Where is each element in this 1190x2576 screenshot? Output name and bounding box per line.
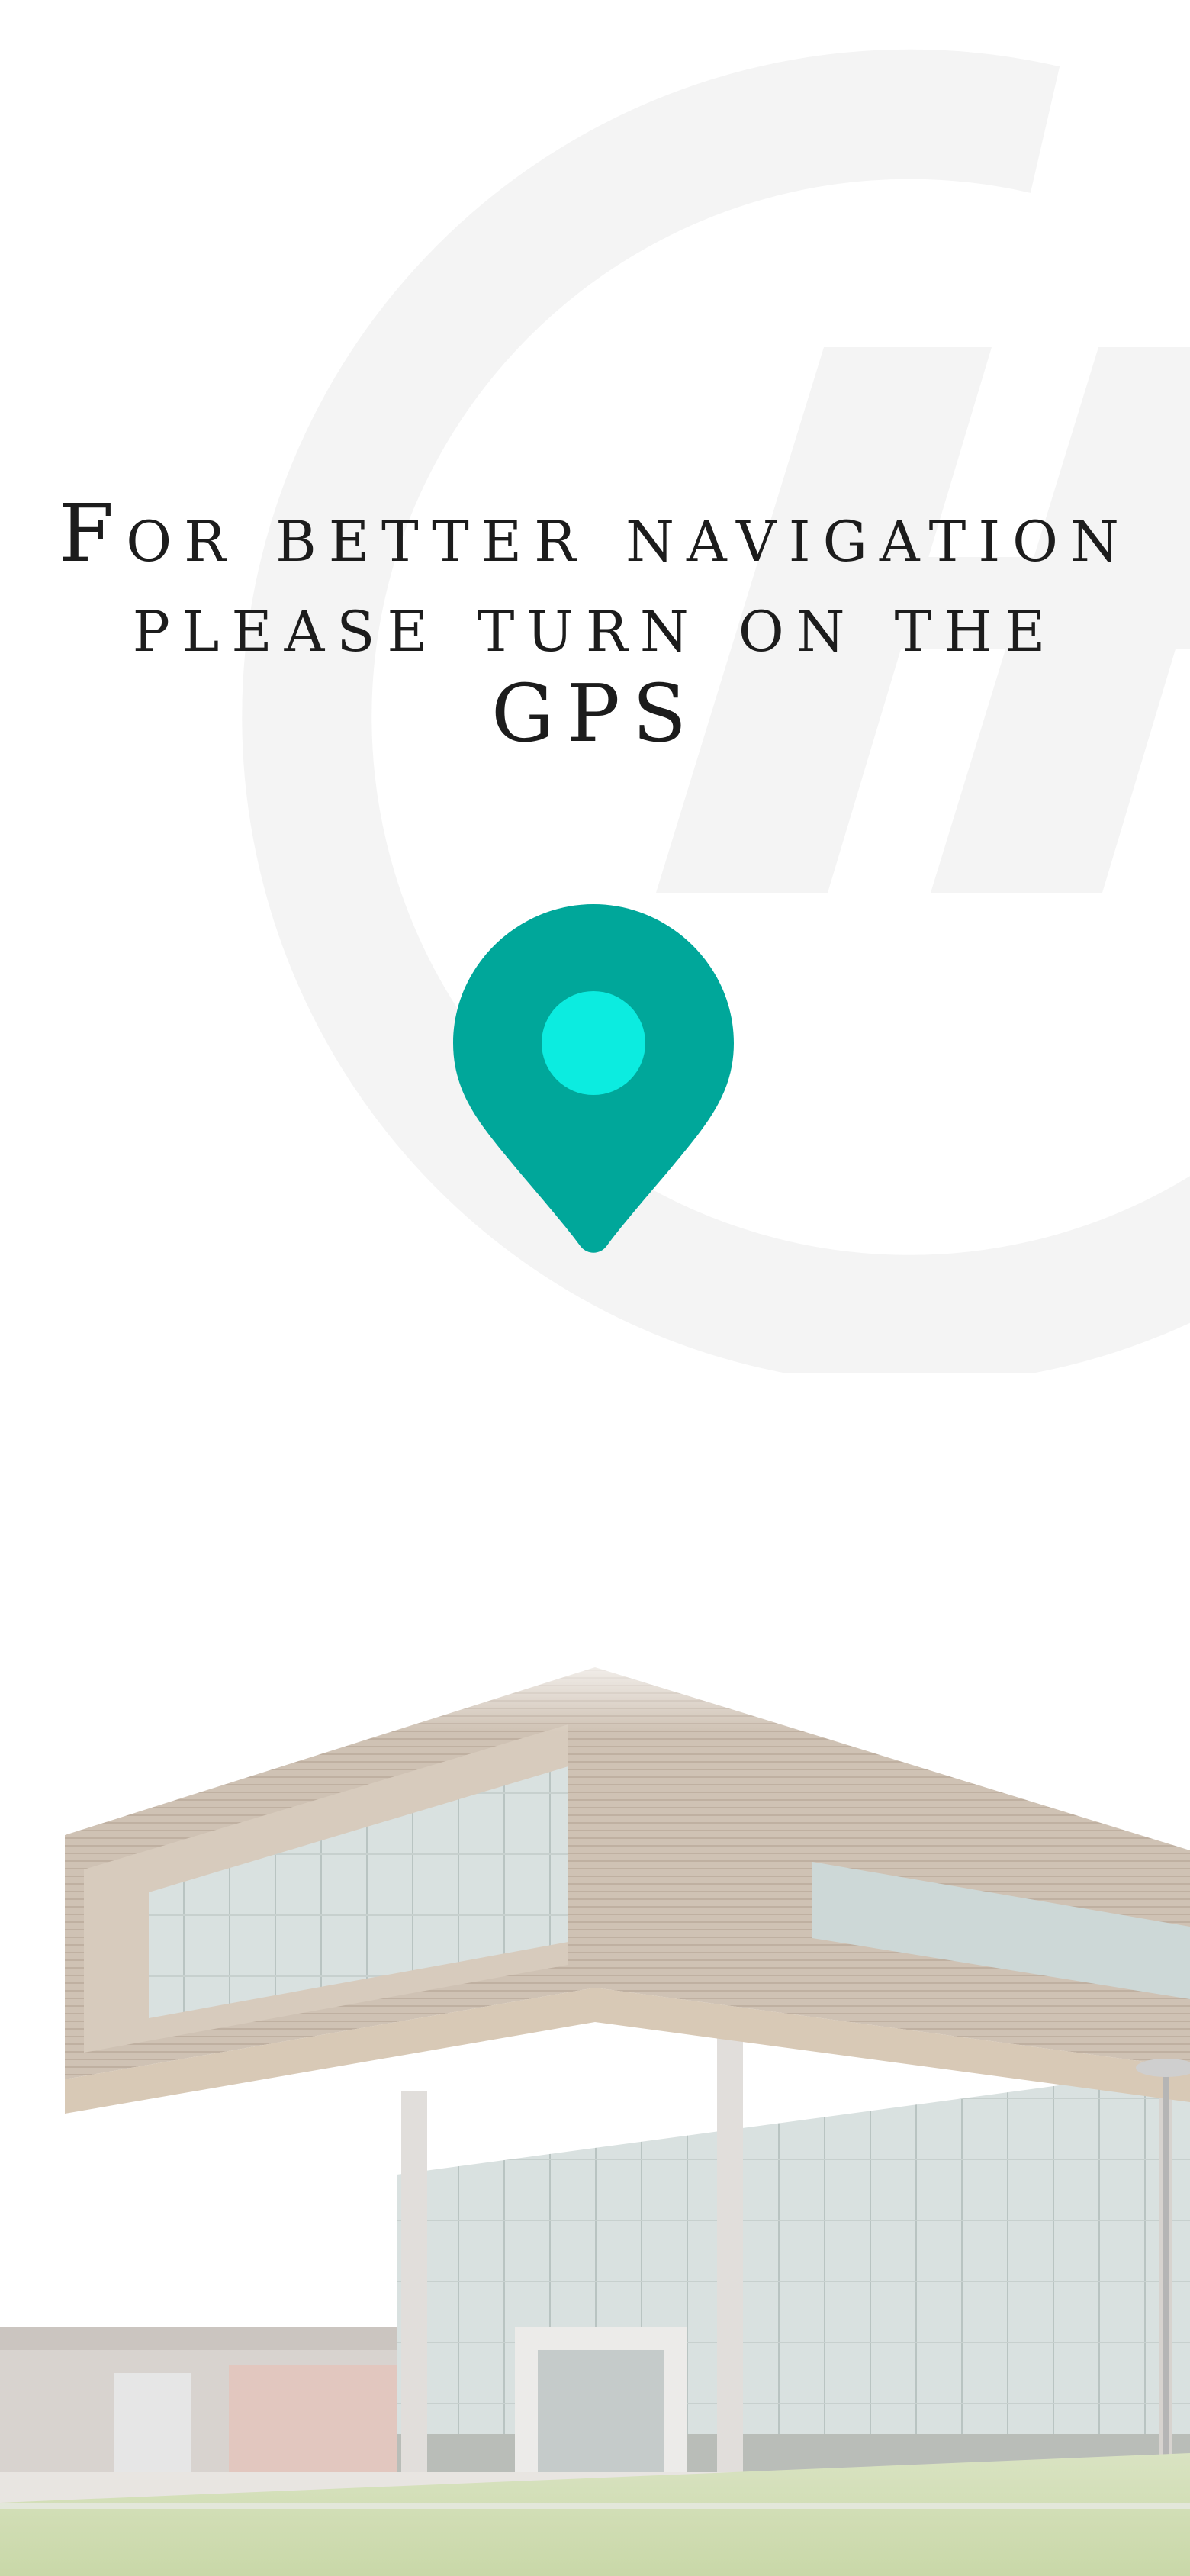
gps-permission-screen: For better navigation please turn on the…: [0, 0, 1190, 2576]
location-pin-icon[interactable]: [453, 904, 734, 1255]
campus-building-illustration: [0, 1641, 1190, 2576]
gps-prompt-message: For better navigation please turn on the…: [59, 487, 1131, 760]
